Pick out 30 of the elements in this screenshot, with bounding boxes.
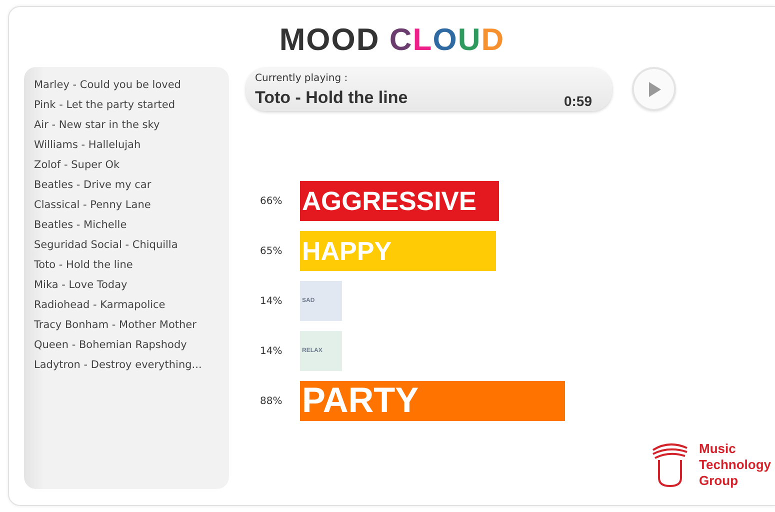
playlist-item[interactable]: Queen - Bohemian Rapshody — [34, 338, 229, 353]
playlist-item[interactable]: Air - New star in the sky — [34, 118, 229, 133]
playlist-item[interactable]: Zolof - Super Ok — [34, 158, 229, 173]
play-icon — [648, 82, 660, 96]
play-button[interactable] — [632, 67, 676, 111]
now-playing-label: Currently playing : — [255, 72, 349, 86]
playlist-item[interactable]: Radiohead - Karmapolice — [34, 298, 229, 313]
playlist-item[interactable]: Beatles - Michelle — [34, 218, 229, 233]
playlist-item[interactable]: Mika - Love Today — [34, 278, 229, 293]
playlist-item[interactable]: Tracy Bonham - Mother Mother — [34, 318, 229, 333]
playlist-item[interactable]: Williams - Hallelujah — [34, 138, 229, 153]
playlist-item[interactable]: Ladytron - Destroy everything... — [34, 358, 229, 373]
mood-percent: 66% — [259, 196, 284, 206]
playlist-item[interactable]: Pink - Let the party started — [34, 98, 229, 113]
playlist-item[interactable]: Classical - Penny Lane — [34, 198, 229, 213]
track-title: Toto - Hold the line — [255, 88, 409, 108]
mood-percent: 14% — [259, 346, 284, 356]
playlist-item[interactable]: Seguridad Social - Chiquilla — [34, 238, 229, 253]
playlist-item[interactable]: Marley - Could you be loved — [34, 78, 229, 93]
mood-label: AGGRESSIVE — [301, 186, 477, 216]
mood-label: HAPPY — [301, 236, 392, 266]
mood-percent: 88% — [259, 396, 284, 406]
playlist-item[interactable]: Beatles - Drive my car — [34, 178, 229, 193]
app-title: MOOD CLOUD — [278, 21, 506, 59]
mood-percent: 14% — [259, 296, 284, 306]
logo-text: Music Technology Group — [699, 441, 771, 489]
mood-percent: 65% — [259, 246, 284, 256]
playlist-item[interactable]: Toto - Hold the line — [34, 258, 229, 273]
track-time: 0:59 — [564, 92, 592, 110]
mood-label: PARTY — [301, 381, 419, 421]
